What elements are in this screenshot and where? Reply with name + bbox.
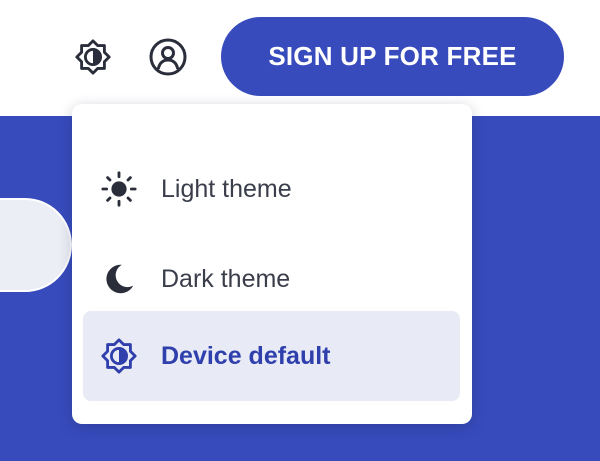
menu-item-label: Dark theme [161, 264, 291, 293]
menu-item-label: Device default [161, 341, 331, 370]
menu-item-device-default[interactable]: Device default [83, 311, 460, 401]
moon-icon [99, 259, 139, 299]
sun-icon [99, 169, 139, 209]
device-theme-icon [99, 336, 139, 376]
theme-toggle-button[interactable] [71, 35, 115, 79]
menu-item-label: Light theme [161, 174, 292, 203]
device-theme-icon [74, 38, 112, 76]
menu-item-light-theme[interactable]: Light theme [83, 144, 460, 234]
account-button[interactable] [146, 35, 190, 79]
account-icon [148, 37, 188, 77]
signup-button[interactable]: SIGN UP FOR FREE [221, 17, 564, 96]
page: SIGN UP FOR FREE Light theme Dark theme … [0, 0, 600, 461]
theme-menu: Light theme Dark theme Device default [72, 104, 472, 424]
